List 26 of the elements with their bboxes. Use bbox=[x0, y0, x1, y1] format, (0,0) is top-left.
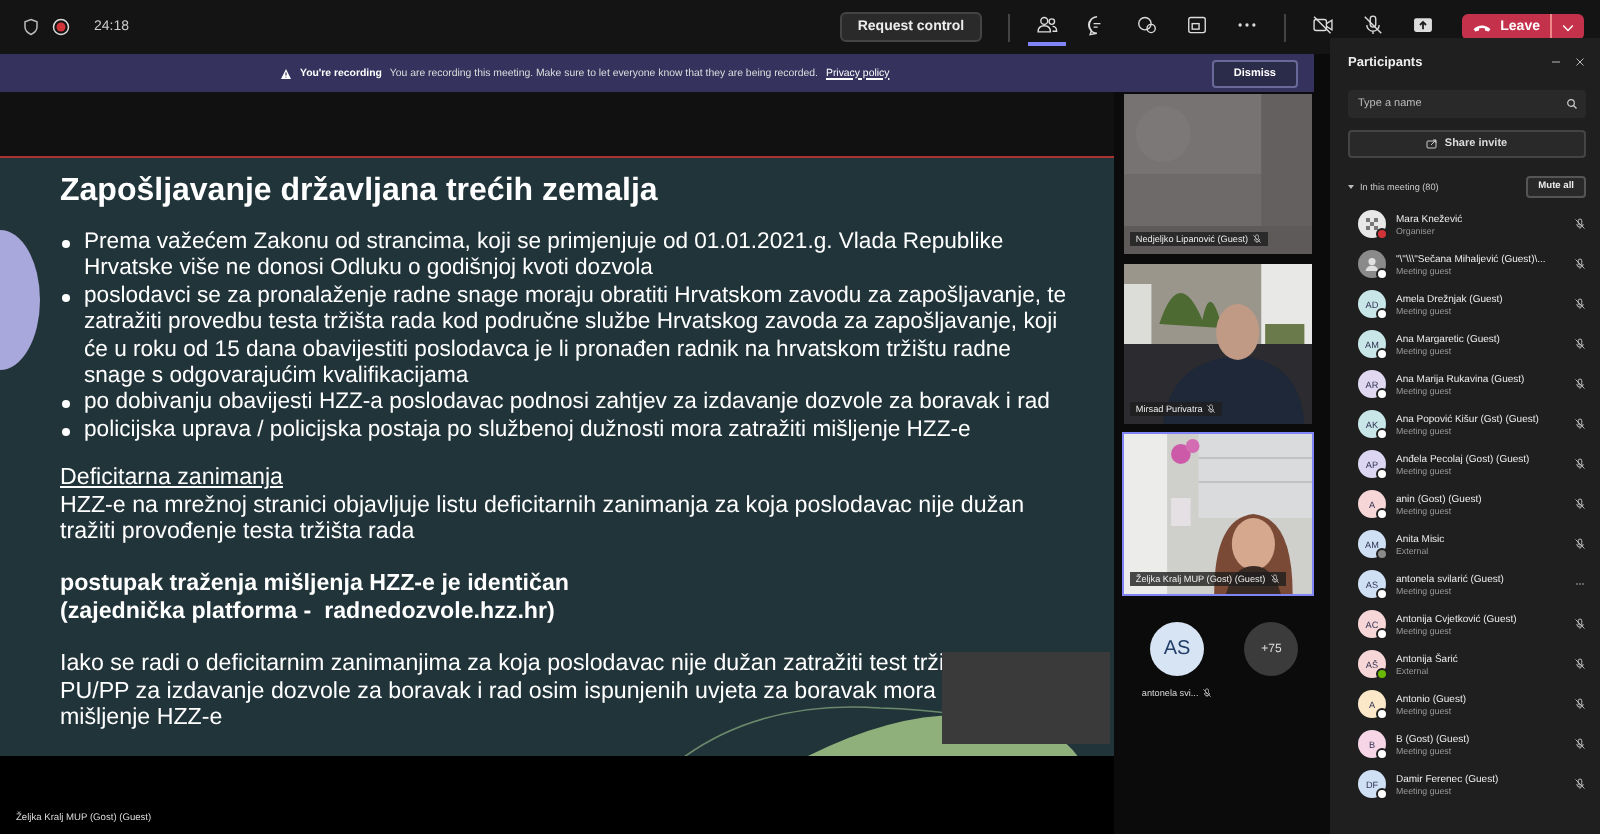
share-link-icon bbox=[1426, 138, 1439, 150]
close-icon[interactable] bbox=[1574, 56, 1586, 68]
search-icon bbox=[1566, 98, 1578, 110]
slide-subheading: Deficitarna zanimanja bbox=[60, 464, 285, 492]
slide-paragraph: HZZ-e na mrežnoj stranici objavljuje listu deficitarnih zanimanja za koja poslodavac nije dužan tražiti provođenje testa tržišta rada bbox=[60, 491, 1027, 545]
bullet-text: policijska uprava / policijska postaja po službenoj dužnosti mora zatražiti mišljenje HZZ-e bbox=[62, 417, 1078, 445]
slide-text-line: PU/PP za izdavanje dozvole za boravak i rad osim ispunjenih uvjeta za boravak mora bbox=[60, 677, 939, 705]
mic-off-icon bbox=[1252, 234, 1263, 244]
leave-options-button[interactable] bbox=[1550, 14, 1584, 40]
warning-icon bbox=[280, 67, 292, 79]
phone-icon bbox=[1472, 21, 1493, 33]
minimize-icon[interactable] bbox=[1550, 56, 1562, 68]
caret-icon bbox=[1562, 23, 1574, 31]
slide-bold-text: postupak traženja mišljenja HZZ-e je identičan bbox=[60, 570, 571, 598]
recording-icon bbox=[52, 18, 70, 36]
semicircle-decoration bbox=[0, 230, 40, 370]
avatar[interactable]: AS bbox=[1150, 622, 1205, 676]
mic-off-icon bbox=[1206, 404, 1217, 414]
shield-icon bbox=[22, 18, 40, 36]
mic-off-icon bbox=[1269, 574, 1280, 584]
bullet-text: po dobivanju obavijesti HZZ-a poslodavac podnosi zahtjev za izdavanje dozvole za boravak i rad bbox=[62, 390, 1078, 418]
slide-text-line: mišljenje HZZ-e bbox=[60, 704, 225, 731]
slide-title: Zapošljavanje državljana trećih zemalja bbox=[60, 174, 660, 210]
slide-bold-text: (zajednička platforma - radnedozvole.hzz.hr) bbox=[60, 597, 557, 625]
mic-off-icon bbox=[1202, 688, 1213, 698]
collapse-icon[interactable] bbox=[1348, 184, 1354, 190]
